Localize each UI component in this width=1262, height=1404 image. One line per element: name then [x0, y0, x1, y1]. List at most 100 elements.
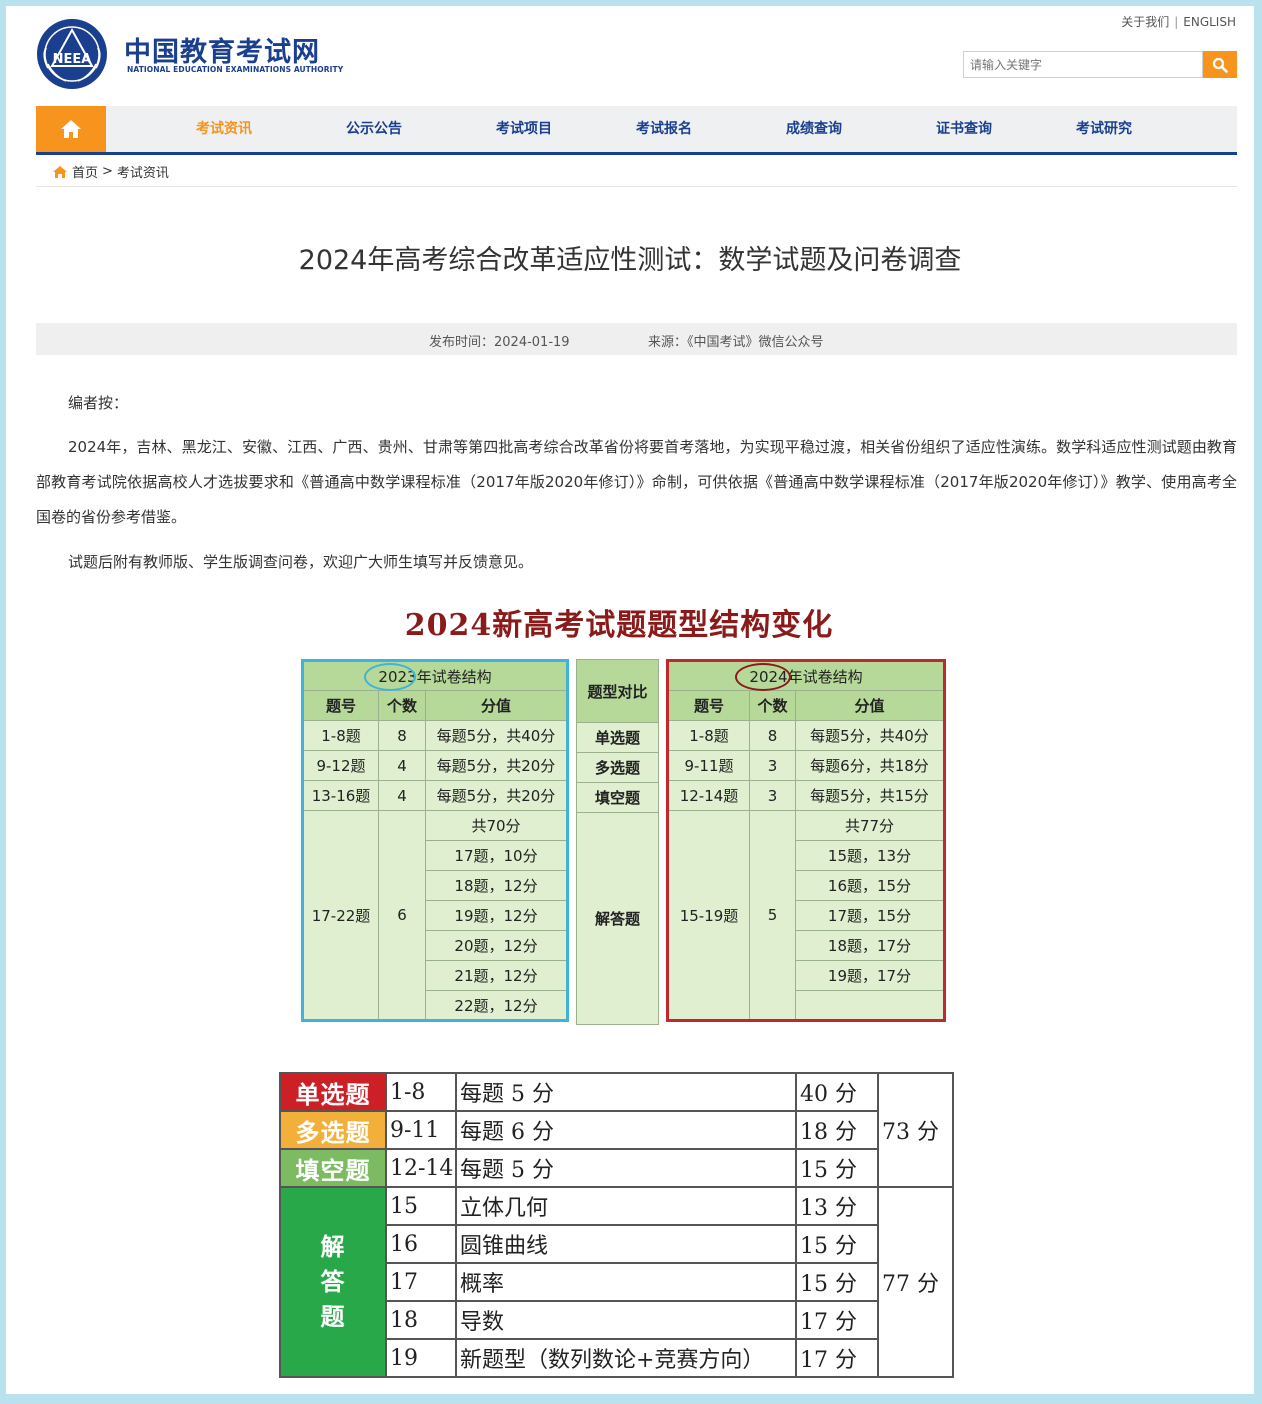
- cell-num: 1-8题: [667, 720, 750, 751]
- editor-note-label: 编者按：: [68, 394, 129, 412]
- logo-text: NEEA: [53, 52, 92, 67]
- search-input[interactable]: [963, 51, 1203, 78]
- search-icon: [1212, 57, 1228, 73]
- cell-num: 15-19题: [667, 810, 750, 1021]
- site-subtitle: NATIONAL EDUCATION EXAMINATIONS AUTHORIT…: [127, 65, 344, 74]
- cell-score: 共77分: [795, 810, 945, 841]
- breadcrumb-separator: >: [102, 164, 113, 179]
- article-body: 2024年，吉林、黑龙江、安徽、江西、广西、贵州、甘肃等第四批高考综合改革省份将…: [36, 438, 1237, 526]
- nav-item-announcements[interactable]: 公示公告: [346, 106, 402, 152]
- site-title[interactable]: 中国教育考试网: [124, 30, 320, 69]
- nav-item-certificate-query[interactable]: 证书查询: [936, 106, 992, 152]
- cell-num: 18: [385, 1300, 457, 1340]
- search-button[interactable]: [1203, 51, 1237, 78]
- header-num: 题号: [667, 690, 750, 721]
- nav-item-exam-research[interactable]: 考试研究: [1076, 106, 1132, 152]
- nav-home-button[interactable]: [36, 106, 106, 152]
- category-solution-char: 题: [320, 1302, 346, 1331]
- cell-score: 20题，12分: [425, 930, 568, 961]
- cell-desc: 圆锥曲线: [455, 1224, 797, 1264]
- cell-score: 18题，12分: [425, 870, 568, 901]
- type-multi-choice: 多选题: [576, 752, 659, 783]
- cell-score: 17题，10分: [425, 840, 568, 871]
- cell-desc: 导数: [455, 1300, 797, 1340]
- cell-score: 15题，13分: [795, 840, 945, 871]
- cell-num: 17: [385, 1262, 457, 1302]
- cell-count: 6: [378, 810, 426, 1021]
- cell-desc: 立体几何: [455, 1186, 797, 1226]
- cell-num: 9-12题: [302, 750, 379, 781]
- cell-score: 17题，15分: [795, 900, 945, 931]
- total-top: 73 分: [877, 1072, 954, 1188]
- cell-count: 8: [378, 720, 426, 751]
- header-score: 分值: [425, 690, 568, 721]
- publish-time: 发布时间：2024-01-19: [429, 335, 570, 350]
- nav-item-exam-news[interactable]: 考试资讯: [196, 106, 252, 152]
- cell-count: 4: [378, 780, 426, 811]
- about-link[interactable]: 关于我们: [1121, 15, 1169, 29]
- cell-score: 18 分: [795, 1110, 879, 1150]
- top-links-separator: |: [1174, 15, 1179, 29]
- table-2023-structure: 2023年试卷结构 题号 个数 分值 1-8题 8 每题5分，共40分 9-12…: [301, 659, 569, 1022]
- table-2024-summary: 单选题 1-8 每题 5 分 40 分 73 分 多选题 9-11 每题 6 分…: [279, 1072, 954, 1378]
- article-title: 2024年高考综合改革适应性测试：数学试题及问卷调查: [298, 245, 962, 276]
- cell-score: 17 分: [795, 1338, 879, 1378]
- header-count: 个数: [378, 690, 426, 721]
- article-note: 试题后附有教师版、学生版调查问卷，欢迎广大师生填写并反馈意见。: [68, 553, 534, 571]
- neea-logo-icon[interactable]: NEEA: [36, 18, 108, 90]
- comparison-header: 题型对比: [576, 659, 659, 723]
- breadcrumb-home[interactable]: 首页: [72, 162, 98, 181]
- nav-item-score-query[interactable]: 成绩查询: [786, 106, 842, 152]
- cell-count: 4: [378, 750, 426, 781]
- cell-desc: 每题 5 分: [455, 1148, 797, 1188]
- type-fill-blank: 填空题: [576, 782, 659, 813]
- cell-score: 每题5分，共20分: [425, 780, 568, 811]
- header-num: 题号: [302, 690, 379, 721]
- cell-score: 13 分: [795, 1186, 879, 1226]
- nav-item-exam-projects[interactable]: 考试项目: [496, 106, 552, 152]
- category-multi-choice: 多选题: [279, 1110, 387, 1150]
- cell-score: 21题，12分: [425, 960, 568, 991]
- english-link[interactable]: ENGLISH: [1183, 15, 1236, 29]
- cell-score: 15 分: [795, 1148, 879, 1188]
- cell-score: 每题6分，共18分: [795, 750, 945, 781]
- cell-count: 5: [749, 810, 796, 1021]
- category-fill-blank: 填空题: [279, 1148, 387, 1188]
- page: NEEA 中国教育考试网 NATIONAL EDUCATION EXAMINAT…: [6, 6, 1254, 1394]
- cell-num: 13-16题: [302, 780, 379, 811]
- type-solution: 解答题: [576, 812, 659, 1025]
- cell-num: 12-14: [385, 1148, 457, 1188]
- cell-num: 16: [385, 1224, 457, 1264]
- cell-score: 40 分: [795, 1072, 879, 1112]
- cell-score: 每题5分，共15分: [795, 780, 945, 811]
- cell-score: 18题，17分: [795, 930, 945, 961]
- home-icon: [61, 120, 81, 138]
- cell-num: 12-14题: [667, 780, 750, 811]
- breadcrumb-current[interactable]: 考试资讯: [117, 162, 169, 181]
- breadcrumb-divider: [36, 186, 1237, 187]
- cell-score: 22题，12分: [425, 990, 568, 1021]
- cell-score: 共70分: [425, 810, 568, 841]
- category-single-choice: 单选题: [279, 1072, 387, 1112]
- home-icon: [53, 165, 67, 178]
- header-score: 分值: [795, 690, 945, 721]
- cell-num: 9-11: [385, 1110, 457, 1150]
- cell-num: 9-11题: [667, 750, 750, 781]
- cell-score: 每题5分，共40分: [795, 720, 945, 751]
- nav-item-registration[interactable]: 考试报名: [636, 106, 692, 152]
- cell-score: [795, 990, 945, 1021]
- cell-num: 1-8: [385, 1072, 457, 1112]
- table-2024-structure: 2024年试卷结构 题号 个数 分值 1-8题 8 每题5分，共40分 9-11…: [666, 659, 946, 1022]
- cell-desc: 每题 5 分: [455, 1072, 797, 1112]
- cell-num: 17-22题: [302, 810, 379, 1021]
- top-links: 关于我们 | ENGLISH: [1121, 13, 1236, 30]
- cell-count: 8: [749, 720, 796, 751]
- infographic-title: 2024新高考试题题型结构变化: [404, 608, 834, 643]
- article-meta-bar: 发布时间：2024-01-19 来源：《中国考试》微信公众号: [36, 323, 1237, 355]
- cell-score: 19题，17分: [795, 960, 945, 991]
- cell-count: 3: [749, 780, 796, 811]
- cell-desc: 概率: [455, 1262, 797, 1302]
- cell-score: 每题5分，共20分: [425, 750, 568, 781]
- header-count: 个数: [749, 690, 796, 721]
- cell-score: 15 分: [795, 1262, 879, 1302]
